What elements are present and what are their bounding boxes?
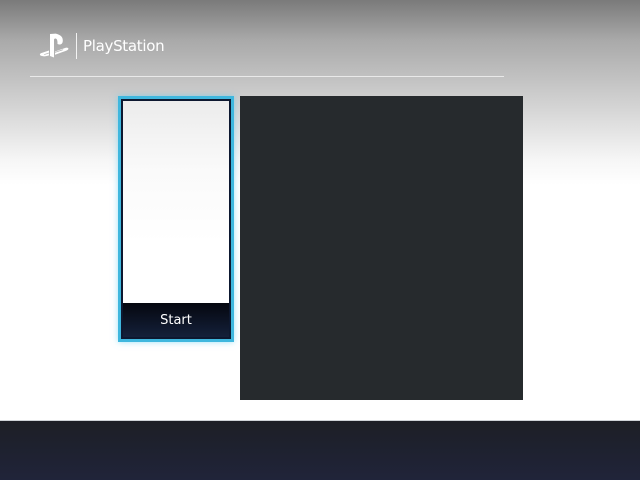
- bottom-bar: [0, 420, 640, 480]
- brand-name: PlayStation: [83, 37, 165, 55]
- header-divider: [30, 76, 504, 77]
- start-tile[interactable]: Start: [118, 96, 234, 342]
- playstation-logo-icon: [38, 32, 70, 60]
- tile-artwork: Start: [123, 101, 229, 337]
- tile-label-bar: Start: [123, 303, 229, 337]
- logo-separator: [76, 33, 77, 59]
- preview-panel: [240, 96, 523, 400]
- playstation-logo: PlayStation: [38, 30, 165, 62]
- tile-label: Start: [160, 312, 192, 328]
